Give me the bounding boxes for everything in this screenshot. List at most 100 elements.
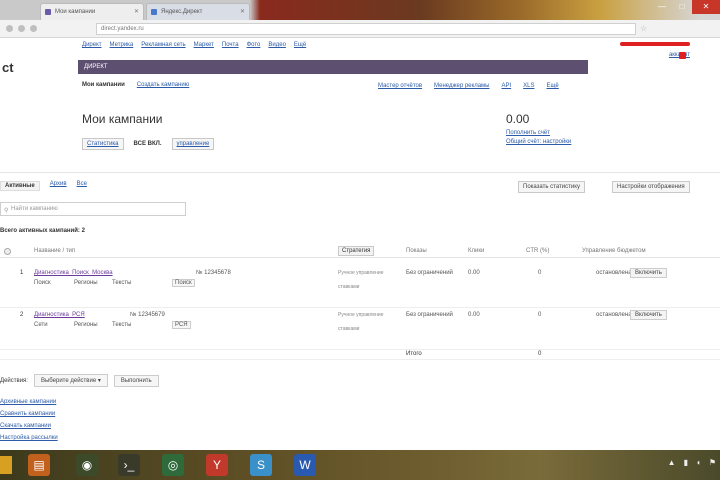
flag-icon[interactable]: ⚑ [709, 458, 716, 467]
tool-link[interactable]: Менеджер рекламы [432, 82, 491, 90]
campaign-search-input[interactable]: ⚲ Найти кампанию [0, 202, 186, 216]
campaign-name-link[interactable]: Диагностика_Поиск_Москва [34, 270, 113, 276]
minimize-button[interactable]: — [652, 0, 672, 14]
media-player-icon[interactable]: ◉ [76, 454, 98, 476]
campaign-meta[interactable]: Регионы [74, 280, 98, 286]
filter-active[interactable]: Активные [0, 181, 40, 191]
address-bar-row: direct.yandex.ru ☆ [0, 20, 720, 38]
divider [0, 172, 720, 173]
header-strategy[interactable]: Стратегия [338, 246, 375, 256]
bottom-link[interactable]: Скачать кампании [0, 420, 58, 432]
campaign-meta[interactable]: Поиск [34, 280, 51, 286]
campaign-status: остановлена [596, 270, 632, 276]
word-icon[interactable]: W [294, 454, 316, 476]
filter-all[interactable]: Все [77, 181, 87, 191]
topnav-item[interactable]: Ещё [294, 42, 306, 48]
tray-arrow-icon[interactable]: ▲ [668, 458, 676, 467]
header-ctr[interactable]: CTR (%) [526, 248, 549, 254]
system-tray: ▲ ▮ ◖ ⚑ [668, 458, 716, 467]
tool-link[interactable]: XLS [521, 82, 536, 90]
strategy-subtext: ставками [338, 326, 360, 332]
enable-campaign-button[interactable]: Включить [630, 310, 667, 320]
campaign-meta[interactable]: Сети [34, 322, 48, 328]
top-up-link[interactable]: Пополнить счёт [506, 130, 550, 136]
filter-archive[interactable]: Архив [50, 181, 67, 191]
back-icon[interactable] [6, 25, 13, 32]
topnav-item[interactable]: Фото [247, 42, 261, 48]
bottom-link[interactable]: Архивные кампании [0, 396, 58, 408]
network-icon[interactable]: ▮ [684, 458, 688, 467]
browser-tab-inactive[interactable]: Яндекс.Директ ✕ [146, 3, 250, 20]
browser-tab-active[interactable]: Мои кампании ✕ [40, 3, 144, 20]
campaign-type-badge: РСЯ [172, 321, 191, 329]
tool-link[interactable]: Ещё [544, 82, 560, 90]
totals-row: Итого 0 [0, 348, 720, 360]
table-row: 1 Диагностика_Поиск_Москва № 12345678 По… [0, 266, 720, 308]
period-text: Без ограничений [406, 312, 453, 318]
chrome-icon[interactable]: ◎ [162, 454, 184, 476]
maximize-button[interactable]: □ [672, 0, 692, 14]
topnav-item[interactable]: Почта [222, 42, 239, 48]
volume-icon[interactable]: ◖ [696, 458, 701, 467]
enable-campaign-button[interactable]: Включить [630, 268, 667, 278]
close-icon[interactable]: ✕ [240, 8, 245, 15]
subtab-create-campaign[interactable]: Создать кампанию [137, 82, 189, 88]
show-statistics-button[interactable]: Показать статистику [518, 181, 585, 193]
header-clicks[interactable]: Клики [468, 248, 484, 254]
search-icon: ⚲ [4, 208, 9, 214]
address-input[interactable]: direct.yandex.ru [96, 23, 636, 35]
campaign-name-link[interactable]: Диагностика_РСЯ [34, 312, 85, 318]
bulk-actions-label: Действия: [0, 377, 28, 384]
topnav-item[interactable]: Видео [268, 42, 286, 48]
browser-tab-bar: Мои кампании ✕ Яндекс.Директ ✕ — □ ✕ [0, 0, 720, 20]
topnav-item[interactable]: Маркет [194, 42, 214, 48]
close-icon[interactable]: ✕ [134, 8, 139, 15]
all-on-label: ВСЕ ВКЛ. [129, 139, 166, 149]
yandex-browser-icon[interactable]: Y [206, 454, 228, 476]
bulk-action-select[interactable]: Выберите действие ▾ [33, 374, 108, 387]
shared-account-link[interactable]: Общий счёт: настройки [506, 139, 571, 145]
statistics-button[interactable]: Статистика [82, 138, 124, 150]
row-number: 2 [20, 312, 24, 318]
period-text: Без ограничений [406, 270, 453, 276]
topnav-item[interactable]: Рекламная сеть [141, 42, 185, 48]
header-impressions[interactable]: Показы [406, 248, 427, 254]
os-taskbar: ▤ ◉ ›_ ◎ Y S W ▲ ▮ ◖ ⚑ [0, 450, 720, 480]
tab-label: Яндекс.Директ [161, 9, 203, 15]
header-budget[interactable]: Управление бюджетом [582, 248, 646, 254]
tools-links: Мастер отчётов Менеджер рекламы API XLS … [376, 82, 561, 90]
table-row: 2 Диагностика_РСЯ № 12345679 Сети Регион… [0, 308, 720, 350]
window-close-button[interactable]: ✕ [692, 0, 720, 14]
start-button[interactable] [0, 456, 12, 474]
file-explorer-icon[interactable]: ▤ [28, 454, 50, 476]
bulk-apply-button[interactable]: Выполнить [113, 374, 159, 387]
table-header: Название / тип Стратегия Показы Клики CT… [0, 244, 720, 258]
header-name[interactable]: Название / тип [34, 248, 75, 254]
manage-button[interactable]: управление [171, 138, 215, 150]
tool-link[interactable]: Мастер отчётов [376, 82, 424, 90]
subtab-my-campaigns[interactable]: Мои кампании [82, 82, 125, 88]
topnav-item[interactable]: Метрика [110, 42, 134, 48]
bookmark-star-icon[interactable]: ☆ [640, 24, 647, 33]
skype-icon[interactable]: S [250, 454, 272, 476]
display-settings-button[interactable]: Настройки отображения [612, 181, 690, 193]
spent-value: 0.00 [468, 270, 480, 276]
site-favicon-icon [45, 9, 51, 15]
reload-icon[interactable] [30, 25, 37, 32]
page-title: Мои кампании [82, 112, 163, 126]
topnav-item[interactable]: Директ [82, 42, 102, 48]
campaign-status: остановлена [596, 312, 632, 318]
terminal-icon[interactable]: ›_ [118, 454, 140, 476]
forward-icon[interactable] [18, 25, 25, 32]
bottom-link[interactable]: Настройка рассылки [0, 432, 58, 444]
notification-icon[interactable] [679, 52, 686, 59]
site-logo[interactable]: ct [2, 60, 14, 75]
tool-link[interactable]: API [499, 82, 513, 90]
select-all-checkbox[interactable] [4, 248, 11, 255]
campaign-meta[interactable]: Регионы [74, 322, 98, 328]
row-number: 1 [20, 270, 24, 276]
strategy-text: Ручное управление [338, 312, 384, 318]
campaign-meta[interactable]: Тексты [112, 322, 131, 328]
bottom-link[interactable]: Сравнить кампании [0, 408, 58, 420]
campaign-meta[interactable]: Тексты [112, 280, 131, 286]
